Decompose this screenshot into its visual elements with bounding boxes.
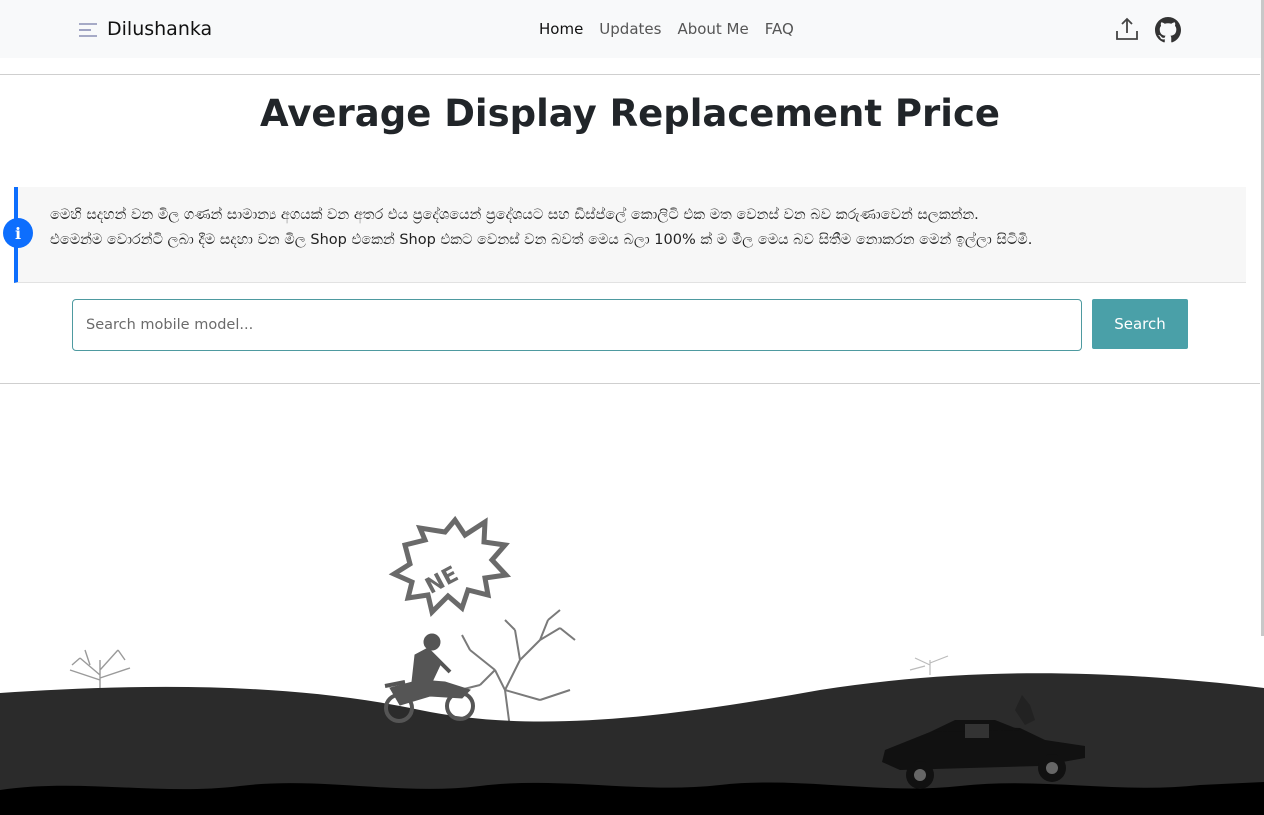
nav-faq[interactable]: FAQ xyxy=(765,20,794,38)
nav-updates[interactable]: Updates xyxy=(599,20,661,38)
page-title: Average Display Replacement Price xyxy=(260,92,1000,135)
search-input[interactable] xyxy=(72,299,1082,351)
navbar: Dilushanka Home Updates About Me FAQ xyxy=(0,0,1264,58)
nav-home[interactable]: Home xyxy=(539,20,583,38)
brand-link[interactable]: Dilushanka xyxy=(107,18,212,40)
menu-icon[interactable] xyxy=(78,22,98,38)
tree-icon xyxy=(459,609,576,729)
notice-text: මෙහි සදහන් වන මිල ගණන් සාමාන්‍ය අගයක් වන… xyxy=(50,203,1240,253)
notice-line-2: එමෙන්ම වොරන්ටි ලබා දීම සදහා වන මිල Shop … xyxy=(50,232,1033,248)
info-icon: i xyxy=(3,218,33,248)
search-button[interactable]: Search xyxy=(1092,299,1188,349)
offline-game-scene[interactable]: NE xyxy=(0,500,1264,815)
upload-icon[interactable] xyxy=(1114,16,1140,42)
divider xyxy=(0,383,1260,384)
notice-line-1: මෙහි සදහන් වන මිල ගණන් සාමාන්‍ය අගයක් වන… xyxy=(50,207,979,223)
divider xyxy=(0,74,1260,75)
nav-links: Home Updates About Me FAQ xyxy=(539,20,794,38)
nav-about-me[interactable]: About Me xyxy=(677,20,748,38)
info-notice: i මෙහි සදහන් වන මිල ගණන් සාමාන්‍ය අගයක් … xyxy=(3,187,1246,283)
explosion-badge-icon: NE xyxy=(388,515,512,617)
github-icon[interactable] xyxy=(1155,17,1181,43)
small-tree-right-icon xyxy=(909,655,949,675)
